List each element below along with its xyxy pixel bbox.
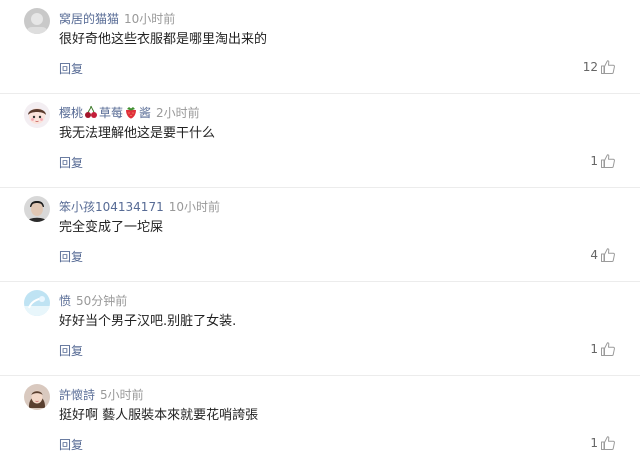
comment-time: 5小时前 bbox=[100, 388, 144, 402]
username-part: 樱桃 bbox=[59, 106, 84, 120]
like-button[interactable]: 1 bbox=[590, 339, 616, 359]
comment-time: 10小时前 bbox=[124, 12, 176, 26]
username[interactable]: 愤 bbox=[59, 294, 71, 308]
thumbs-up-icon bbox=[601, 436, 615, 450]
comment-item: 窝居的猫猫 10小时前 很好奇他这些衣服都是哪里淘出来的 回复 12 bbox=[0, 0, 640, 94]
reply-button[interactable]: 回复 bbox=[59, 248, 83, 266]
comment-item: 笨小孩104134171 10小时前 完全变成了一坨屎 回复 4 bbox=[0, 188, 640, 282]
cherry-icon bbox=[85, 105, 98, 118]
avatar[interactable] bbox=[24, 290, 50, 316]
like-button[interactable]: 1 bbox=[590, 433, 616, 453]
strawberry-icon bbox=[126, 107, 137, 119]
comment-meta: 許懷詩 5小时前 bbox=[59, 386, 144, 404]
username[interactable]: 許懷詩 bbox=[59, 388, 95, 402]
comment-time: 10小时前 bbox=[168, 200, 220, 214]
comment-meta: 笨小孩104134171 10小时前 bbox=[59, 198, 220, 216]
comment-time: 2小时前 bbox=[156, 106, 200, 120]
like-count: 1 bbox=[590, 342, 598, 356]
like-count: 1 bbox=[590, 436, 598, 450]
thumbs-up-icon bbox=[601, 342, 615, 356]
thumbs-up-icon bbox=[601, 154, 615, 168]
thumbs-up-icon bbox=[601, 248, 615, 262]
avatar[interactable] bbox=[24, 102, 50, 128]
comment-text: 好好当个男子汉吧.别脏了女装. bbox=[59, 314, 237, 329]
username-part: 草莓 bbox=[99, 106, 124, 120]
comment-item: 許懷詩 5小时前 挺好啊 藝人服裝本來就要花哨誇張 回复 1 bbox=[0, 376, 640, 470]
comment-meta: 樱桃 草莓 酱 2小时前 bbox=[59, 104, 200, 122]
reply-button[interactable]: 回复 bbox=[59, 154, 83, 172]
username-part: 酱 bbox=[139, 106, 152, 120]
comment-text: 挺好啊 藝人服裝本來就要花哨誇張 bbox=[59, 408, 259, 423]
like-button[interactable]: 4 bbox=[590, 245, 616, 265]
like-button[interactable]: 12 bbox=[583, 57, 616, 77]
comment-time: 50分钟前 bbox=[76, 294, 128, 308]
reply-button[interactable]: 回复 bbox=[59, 60, 83, 78]
username[interactable]: 樱桃 草莓 酱 bbox=[59, 105, 152, 120]
comment-meta: 窝居的猫猫 10小时前 bbox=[59, 10, 175, 28]
reply-button[interactable]: 回复 bbox=[59, 436, 83, 454]
like-button[interactable]: 1 bbox=[590, 151, 616, 171]
avatar[interactable] bbox=[24, 8, 50, 34]
like-count: 12 bbox=[582, 60, 598, 74]
avatar[interactable] bbox=[24, 384, 50, 410]
comment-text: 我无法理解他这是要干什么 bbox=[59, 126, 216, 141]
reply-button[interactable]: 回复 bbox=[59, 342, 83, 360]
comment-item: 樱桃 草莓 酱 2小时前 我无法理解他这是要干什么 回复 1 bbox=[0, 94, 640, 188]
avatar[interactable] bbox=[24, 196, 50, 222]
thumbs-up-icon bbox=[601, 60, 615, 74]
comment-text: 完全变成了一坨屎 bbox=[59, 220, 164, 235]
comment-meta: 愤 50分钟前 bbox=[59, 292, 127, 310]
username[interactable]: 窝居的猫猫 bbox=[59, 12, 119, 26]
comment-text: 很好奇他这些衣服都是哪里淘出来的 bbox=[59, 32, 268, 47]
like-count: 4 bbox=[590, 248, 598, 262]
username[interactable]: 笨小孩104134171 bbox=[59, 200, 164, 214]
comment-item: 愤 50分钟前 好好当个男子汉吧.别脏了女装. 回复 1 bbox=[0, 282, 640, 376]
like-count: 1 bbox=[590, 154, 598, 168]
